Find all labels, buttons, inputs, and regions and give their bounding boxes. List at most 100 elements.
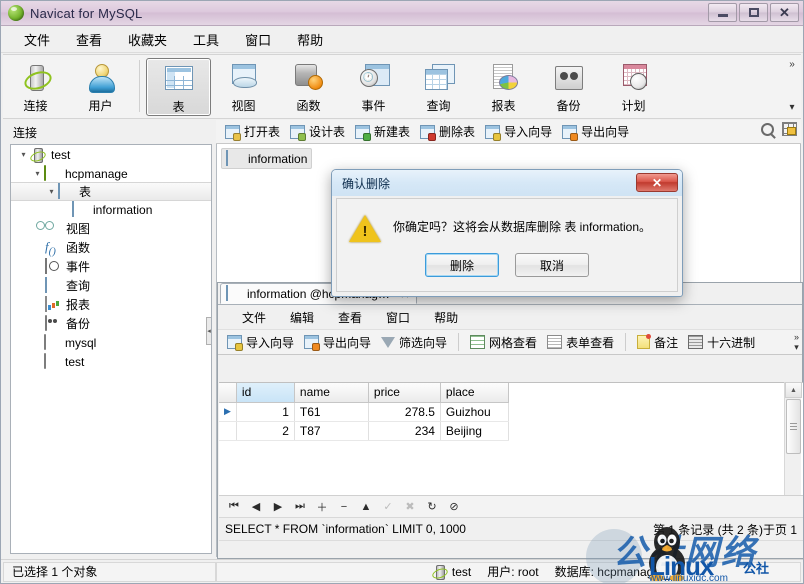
table-small-icon bbox=[72, 201, 89, 217]
toolbar-button-view[interactable]: 视图 bbox=[211, 58, 276, 116]
table-data-window: information @hcpmanag… ✕ 文件 编辑 查看 窗口 帮助 … bbox=[217, 282, 803, 559]
tw-form-view-button[interactable]: 表单查看 bbox=[542, 332, 619, 353]
tree-node-reports[interactable]: 报表 bbox=[11, 295, 211, 314]
first-record-icon[interactable]: ⏮ bbox=[224, 498, 244, 516]
tw-filter-wizard-button[interactable]: 筛选向导 bbox=[376, 332, 452, 353]
status-user: 用户: root bbox=[487, 565, 539, 579]
tw-menu-item-help[interactable]: 帮助 bbox=[422, 306, 470, 329]
menu-item-view[interactable]: 查看 bbox=[63, 26, 115, 53]
toolbar-button-table[interactable]: 表 bbox=[146, 58, 211, 116]
import-wizard-button[interactable]: 导入向导 bbox=[480, 121, 557, 142]
tw-grid-view-button[interactable]: 网格查看 bbox=[465, 332, 542, 353]
stop-icon[interactable]: ⊘ bbox=[444, 498, 464, 516]
panel-splitter-grip[interactable]: ◂ bbox=[206, 317, 211, 345]
tree-node-queries[interactable]: 查询 bbox=[11, 276, 211, 295]
import-wizard-icon bbox=[227, 335, 243, 351]
connection-tree[interactable]: ▾ test ▾ hcpmanage ▾ 表 information 视图 f(… bbox=[10, 144, 212, 554]
last-record-icon[interactable]: ⏭ bbox=[290, 498, 310, 516]
tree-node-test-connection[interactable]: ▾ test bbox=[11, 145, 211, 164]
tw-toolbar-overflow[interactable]: » ▾ bbox=[794, 332, 799, 352]
status-connection: test bbox=[432, 564, 471, 580]
cell-place[interactable]: Beijing bbox=[440, 421, 509, 441]
delete-record-icon[interactable]: − bbox=[334, 498, 354, 516]
connection-panel: 连接 ▾ test ▾ hcpmanage ▾ 表 information 视图… bbox=[3, 120, 215, 557]
tree-node-mysql[interactable]: mysql bbox=[11, 333, 211, 352]
toolbar-button-connection[interactable]: 连接 bbox=[3, 58, 68, 116]
twisty-icon[interactable]: ▾ bbox=[31, 169, 44, 178]
toolbar-button-report[interactable]: 报表 bbox=[471, 58, 536, 116]
menu-item-tools[interactable]: 工具 bbox=[180, 26, 232, 53]
prev-record-icon[interactable]: ◀ bbox=[246, 498, 266, 516]
delete-confirm-button[interactable]: 删除 bbox=[425, 253, 499, 277]
tw-menu-item-window[interactable]: 窗口 bbox=[374, 306, 422, 329]
menu-item-help[interactable]: 帮助 bbox=[284, 26, 336, 53]
minimize-button[interactable] bbox=[708, 3, 737, 22]
cell-id[interactable]: 2 bbox=[236, 421, 295, 441]
tw-menu-item-edit[interactable]: 编辑 bbox=[278, 306, 326, 329]
table-row[interactable]: 2 T87 234 Beijing bbox=[219, 421, 509, 441]
status-selection: 已选择 1 个对象 bbox=[3, 561, 216, 582]
cell-price[interactable]: 278.5 bbox=[368, 402, 441, 422]
cancel-button[interactable]: 取消 bbox=[515, 253, 589, 277]
scroll-up-arrow-icon[interactable]: ▲ bbox=[785, 382, 802, 398]
toolbar-button-backup[interactable]: 备份 bbox=[536, 58, 601, 116]
tw-import-wizard-button[interactable]: 导入向导 bbox=[222, 332, 299, 353]
edit-record-icon[interactable]: ▲ bbox=[356, 498, 376, 516]
cell-price[interactable]: 234 bbox=[368, 421, 441, 441]
toolbar-button-schedule[interactable]: 计划 bbox=[601, 58, 666, 116]
toolbar-button-user[interactable]: 用户 bbox=[68, 58, 133, 116]
scrollbar-thumb[interactable] bbox=[786, 399, 801, 454]
cell-name[interactable]: T87 bbox=[294, 421, 369, 441]
tree-node-events[interactable]: 事件 bbox=[11, 257, 211, 276]
refresh-icon[interactable]: ↻ bbox=[422, 498, 442, 516]
twisty-icon[interactable]: ▾ bbox=[45, 187, 58, 196]
menu-item-file[interactable]: 文件 bbox=[11, 26, 63, 53]
delete-table-button[interactable]: 删除表 bbox=[415, 121, 480, 142]
tw-action-label: 备注 bbox=[654, 335, 679, 350]
tw-hex-button[interactable]: 十六进制 bbox=[683, 332, 760, 353]
column-header-place[interactable]: place bbox=[440, 383, 509, 403]
tree-node-test-db[interactable]: test bbox=[11, 352, 211, 371]
cell-id[interactable]: 1 bbox=[236, 402, 295, 422]
tree-node-views[interactable]: 视图 bbox=[11, 219, 211, 238]
tw-memo-button[interactable]: 备注 bbox=[632, 332, 683, 353]
maximize-button[interactable] bbox=[739, 3, 768, 22]
column-header-name[interactable]: name bbox=[294, 383, 369, 403]
toolbar-button-event[interactable]: 事件 bbox=[341, 58, 406, 116]
tree-node-backups[interactable]: 备份 bbox=[11, 314, 211, 333]
tree-node-functions[interactable]: f() 函数 bbox=[11, 238, 211, 258]
menu-item-window[interactable]: 窗口 bbox=[232, 26, 284, 53]
tree-node-hcpmanage[interactable]: ▾ hcpmanage bbox=[11, 164, 211, 183]
tree-node-label: test bbox=[65, 354, 85, 369]
open-table-button[interactable]: 打开表 bbox=[220, 121, 285, 142]
row-marker-icon: ▶ bbox=[219, 402, 237, 422]
new-table-button[interactable]: 新建表 bbox=[350, 121, 415, 142]
toolbar-overflow[interactable]: » ▾ bbox=[785, 57, 799, 115]
close-button[interactable]: ✕ bbox=[770, 3, 799, 22]
tree-node-label: 查询 bbox=[66, 279, 91, 293]
cell-name[interactable]: T61 bbox=[294, 402, 369, 422]
search-icon[interactable] bbox=[761, 122, 774, 136]
object-item-information[interactable]: information bbox=[221, 148, 313, 169]
confirm-delete-dialog: 确认删除 ✕ 你确定吗？这将会从数据库删除 表 information。 删除 … bbox=[331, 169, 683, 297]
tree-node-information[interactable]: information bbox=[11, 200, 211, 219]
toolbar-button-query[interactable]: 查询 bbox=[406, 58, 471, 116]
cell-place[interactable]: Guizhou bbox=[440, 402, 509, 422]
tree-node-tables[interactable]: ▾ 表 bbox=[11, 182, 211, 201]
apply-change-icon: ✓ bbox=[383, 501, 393, 513]
toolbar-button-function[interactable]: 函数 bbox=[276, 58, 341, 116]
tw-menu-item-file[interactable]: 文件 bbox=[230, 306, 278, 329]
tw-export-wizard-button[interactable]: 导出向导 bbox=[299, 332, 376, 353]
table-row[interactable]: ▶ 1 T61 278.5 Guizhou bbox=[219, 402, 509, 422]
twisty-icon[interactable]: ▾ bbox=[17, 150, 30, 159]
add-record-icon[interactable]: ＋ bbox=[312, 498, 332, 516]
export-wizard-button[interactable]: 导出向导 bbox=[557, 121, 634, 142]
grid-options-icon[interactable] bbox=[782, 122, 797, 136]
dialog-close-button[interactable]: ✕ bbox=[636, 173, 678, 192]
design-table-button[interactable]: 设计表 bbox=[285, 121, 350, 142]
column-header-id[interactable]: id bbox=[236, 383, 295, 403]
next-record-icon[interactable]: ▶ bbox=[268, 498, 288, 516]
menu-item-favorites[interactable]: 收藏夹 bbox=[115, 26, 180, 53]
column-header-price[interactable]: price bbox=[368, 383, 441, 403]
tw-menu-item-view[interactable]: 查看 bbox=[326, 306, 374, 329]
